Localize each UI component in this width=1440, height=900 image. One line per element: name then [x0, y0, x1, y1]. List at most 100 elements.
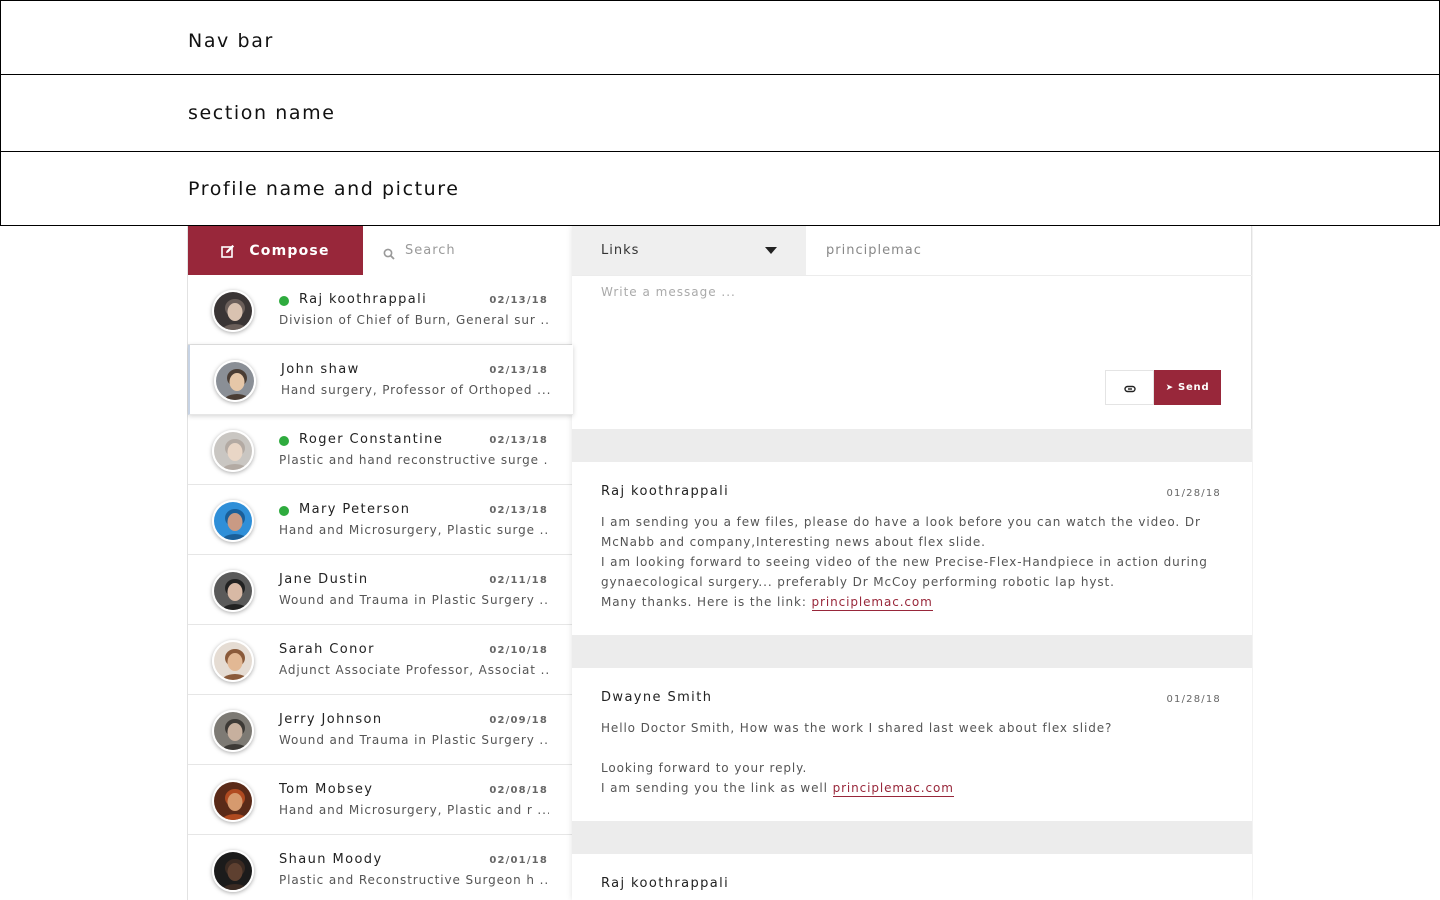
message-composer: ➤ Send: [572, 275, 1252, 429]
conversation-preview: Plastic and hand reconstructive surge ..…: [279, 453, 549, 467]
message-line: Looking forward to your reply.: [601, 761, 808, 775]
conversation-item[interactable]: Roger Constantine 02/13/18 Plastic and han…: [188, 415, 573, 485]
conversation-name: Shaun Moody: [279, 852, 383, 867]
paperclip-icon: [1123, 378, 1136, 397]
message-card: Raj koothrappali: [572, 854, 1252, 900]
message-body: I am sending you a few files, please do …: [601, 512, 1221, 612]
conversation-item[interactable]: Jerry Johnson 02/09/18 Wound and Trauma in…: [188, 695, 573, 765]
conversation-list: Raj koothrappali 02/13/18 Division of Chie…: [188, 275, 573, 900]
avatar: [212, 780, 254, 822]
compose-button[interactable]: Compose: [188, 226, 363, 275]
message-link[interactable]: principlemac.com: [832, 781, 954, 797]
message-line: I am sending you a few files, please do …: [601, 515, 1201, 549]
message-separator: [572, 821, 1252, 854]
conversation-preview: Hand surgery, Professor of Orthoped ...: [281, 383, 551, 397]
conversation-date: 02/13/18: [489, 435, 548, 446]
conversation-preview: Adjunct Associate Professor, Associat ..…: [279, 663, 549, 677]
message-separator: [572, 429, 1252, 462]
paper-plane-icon: ➤: [1165, 382, 1174, 393]
avatar: [212, 850, 254, 892]
message-panel: Links ➤ Send Raj koothrappali 01/28/18 I…: [572, 226, 1252, 900]
profile-label: Profile name and picture: [188, 178, 460, 200]
conversation-name: Roger Constantine: [299, 432, 444, 447]
section-name-label: section name: [188, 102, 336, 124]
conversation-preview: Wound and Trauma in Plastic Surgery ...: [279, 733, 549, 747]
message-card: Dwayne Smith 01/28/18 Hello Doctor Smith…: [572, 668, 1252, 821]
avatar: [212, 570, 254, 612]
conversation-date: 02/09/18: [489, 715, 548, 726]
conversation-date: 02/13/18: [489, 365, 548, 376]
links-dropdown[interactable]: Links: [572, 226, 806, 275]
recipient-field: [806, 226, 1252, 275]
message-card: Raj koothrappali 01/28/18 I am sending y…: [572, 462, 1252, 635]
conversation-date: 02/08/18: [489, 785, 548, 796]
message-author: Raj koothrappali: [601, 484, 730, 499]
conversation-name: Jerry Johnson: [279, 712, 383, 727]
conversation-panel: Compose Raj koothrappali 02/13/18 Division…: [187, 226, 573, 900]
conversation-preview: Hand and Microsurgery, Plastic surge ...: [279, 523, 549, 537]
send-label: Send: [1177, 382, 1210, 393]
messaging-app: Compose Raj koothrappali 02/13/18 Division…: [187, 226, 1253, 900]
avatar: [212, 290, 254, 332]
conversation-preview: Hand and Microsurgery, Plastic and r ...: [279, 803, 549, 817]
avatar: [214, 360, 256, 402]
conversation-name: Jane Dustin: [279, 572, 369, 587]
avatar: [212, 430, 254, 472]
conversation-preview: Plastic and Reconstructive Surgeon h ...: [279, 873, 549, 887]
caret-down-icon: [765, 247, 777, 254]
section-header: section name: [0, 74, 1440, 152]
message-author: Raj koothrappali: [601, 876, 730, 891]
search-box: [363, 226, 573, 275]
message-line: Hello Doctor Smith, How was the work I s…: [601, 721, 1113, 735]
conversation-name: Sarah Conor: [279, 642, 375, 657]
nav-bar: Nav bar: [0, 0, 1440, 75]
conversation-name: John shaw: [281, 362, 360, 377]
message-author: Dwayne Smith: [601, 690, 713, 705]
conversation-date: 02/10/18: [489, 645, 548, 656]
conversation-date: 02/13/18: [489, 295, 548, 306]
send-button[interactable]: ➤ Send: [1154, 370, 1221, 405]
search-icon: [383, 245, 395, 260]
message-link[interactable]: principlemac.com: [811, 595, 933, 611]
recipient-input[interactable]: [826, 243, 1226, 258]
links-dropdown-label: Links: [601, 243, 640, 258]
online-status-dot: [279, 436, 289, 446]
conversation-item[interactable]: John shaw 02/13/18 Hand surgery, Professor…: [188, 345, 573, 415]
conversation-name: Tom Mobsey: [279, 782, 374, 797]
avatar: [212, 500, 254, 542]
message-separator: [572, 635, 1252, 668]
message-date: 01/28/18: [1166, 488, 1221, 499]
attach-button[interactable]: [1105, 370, 1154, 405]
conversation-item[interactable]: Shaun Moody 02/01/18 Plastic and Reconstru…: [188, 835, 573, 900]
message-body: Hello Doctor Smith, How was the work I s…: [601, 718, 1221, 798]
conversation-item[interactable]: Mary Peterson 02/13/18 Hand and Microsurge…: [188, 485, 573, 555]
online-status-dot: [279, 506, 289, 516]
edit-icon: [221, 244, 235, 258]
avatar: [212, 710, 254, 752]
conversation-item[interactable]: Jane Dustin 02/11/18 Wound and Trauma in P…: [188, 555, 573, 625]
conversation-item[interactable]: Sarah Conor 02/10/18 Adjunct Associate Pro…: [188, 625, 573, 695]
search-input[interactable]: [405, 243, 555, 258]
conversation-preview: Wound and Trauma in Plastic Surgery ...: [279, 593, 549, 607]
conversation-item[interactable]: Raj koothrappali 02/13/18 Division of Chie…: [188, 275, 573, 345]
message-input[interactable]: [601, 285, 1201, 365]
message-date: 01/28/18: [1166, 694, 1221, 705]
conversation-date: 02/11/18: [489, 575, 548, 586]
profile-header: Profile name and picture: [0, 151, 1440, 226]
online-status-dot: [279, 296, 289, 306]
message-line: I am sending you the link as well princi…: [601, 778, 1221, 798]
conversation-date: 02/13/18: [489, 505, 548, 516]
conversation-name: Mary Peterson: [299, 502, 411, 517]
conversation-name: Raj koothrappali: [299, 292, 428, 307]
conversation-date: 02/01/18: [489, 855, 548, 866]
message-line: I am looking forward to seeing video of …: [601, 555, 1208, 589]
message-line: Many thanks. Here is the link: principle…: [601, 592, 1221, 612]
compose-label: Compose: [249, 242, 330, 259]
message-link-prefix: I am sending you the link as well: [601, 781, 833, 795]
conversation-preview: Division of Chief of Burn, General sur .…: [279, 313, 549, 327]
message-link-prefix: Many thanks. Here is the link:: [601, 595, 812, 609]
nav-bar-label: Nav bar: [188, 30, 274, 52]
conversation-item[interactable]: Tom Mobsey 02/08/18 Hand and Microsurgery,…: [188, 765, 573, 835]
message-line: [601, 738, 1221, 758]
avatar: [212, 640, 254, 682]
